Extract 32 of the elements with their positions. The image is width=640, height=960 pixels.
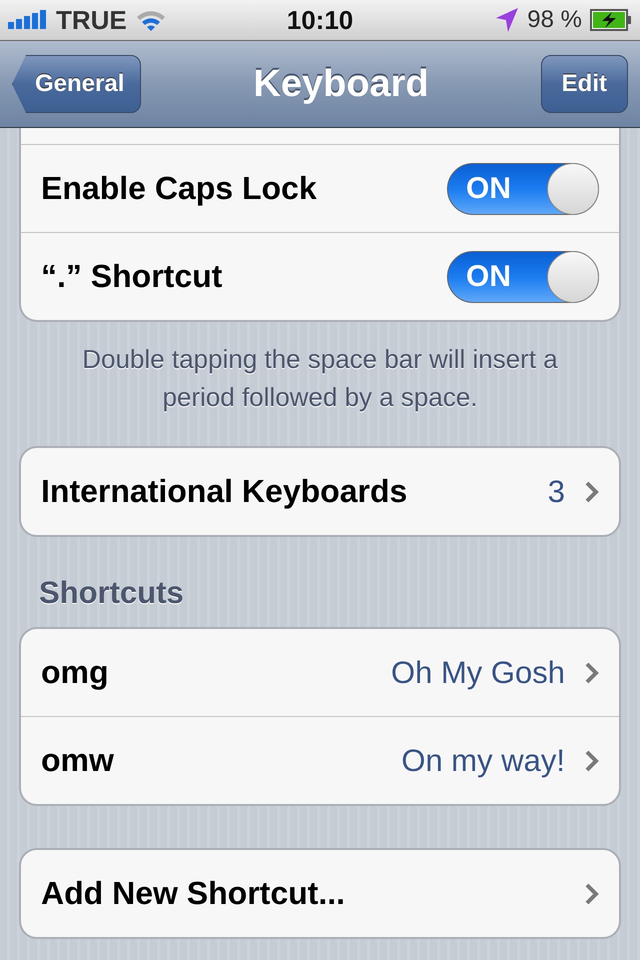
shortcut-phrase: omg [41, 654, 110, 691]
setting-label: “.” Shortcut [41, 258, 224, 295]
shortcut-expansion: On my way! [401, 742, 565, 778]
setting-label: International Keyboards [41, 473, 408, 510]
signal-icon [8, 10, 48, 30]
toggle-switch[interactable]: ON [447, 250, 599, 302]
chevron-icon [585, 750, 599, 772]
shortcut-phrase: omw [41, 742, 115, 779]
add-shortcut-label: Add New Shortcut... [41, 875, 346, 912]
battery-charging-icon [590, 9, 632, 31]
page-title: Keyboard [253, 62, 429, 106]
shortcut-row[interactable]: omw On my way! [21, 717, 619, 804]
shortcut-expansion: Oh My Gosh [391, 654, 565, 690]
setting-label: Enable Caps Lock [41, 170, 318, 207]
setting-value: 3 [548, 474, 565, 510]
back-button[interactable]: General [12, 55, 142, 113]
toggle-switch[interactable]: ON [447, 162, 599, 214]
battery-percent: 98 % [527, 6, 582, 34]
edit-button[interactable]: Edit [540, 55, 628, 113]
section-header: Shortcuts [39, 575, 185, 611]
switch-text: ON [465, 260, 512, 294]
add-shortcut-row[interactable]: Add New Shortcut... [21, 850, 619, 937]
footer-note: Double tapping the space bar will insert a period followed by a space. [81, 343, 559, 414]
chevron-icon [585, 662, 599, 684]
chevron-icon [585, 480, 599, 502]
carrier-name: TRUE [56, 4, 127, 36]
location-arrow-icon [495, 7, 520, 33]
shortcut-row[interactable]: omg Oh My Gosh [21, 629, 619, 717]
settings-row[interactable]: International Keyboards 3 [21, 448, 619, 535]
chevron-icon [585, 882, 599, 904]
status-time: 10:10 [286, 4, 354, 36]
switch-text: ON [465, 172, 512, 206]
